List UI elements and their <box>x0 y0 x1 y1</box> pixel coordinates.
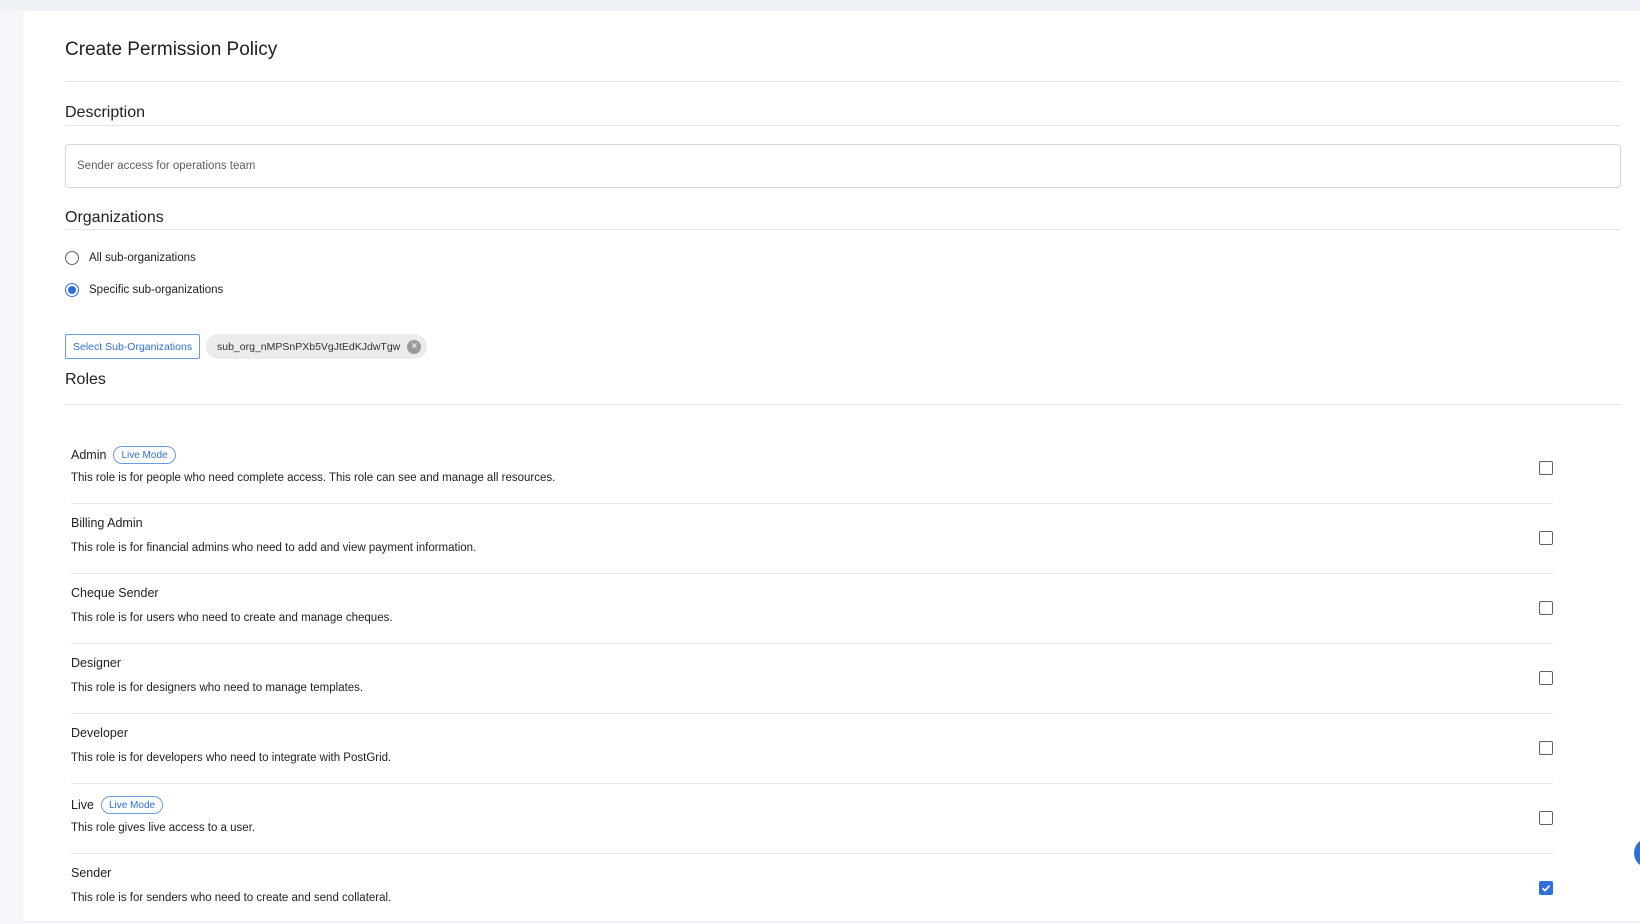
role-description: This role is for designers who need to m… <box>71 682 364 694</box>
live-mode-badge: Live Mode <box>100 796 164 814</box>
role-name-line: Live Live Mode <box>71 796 164 814</box>
radio-button[interactable] <box>65 251 79 265</box>
live-mode-badge: Live Mode <box>113 446 176 464</box>
sub-org-chip: sub_org_nMPSnPXb5VgJtEdKJdwTgw × <box>206 334 428 359</box>
role-name: Designer <box>71 656 122 670</box>
role-name-line: Designer <box>71 656 121 670</box>
roles-list: Admin Live Mode This role is for people … <box>71 434 1553 924</box>
role-name-line: Admin Live Mode <box>71 446 176 464</box>
role-name: Live <box>71 798 94 812</box>
role-description: This role is for developers who need to … <box>71 752 392 764</box>
role-name: Admin <box>71 448 107 462</box>
role-name: Sender <box>71 866 112 880</box>
description-heading: Description <box>65 104 146 121</box>
radio-button-selected[interactable] <box>65 283 79 297</box>
role-checkbox-admin[interactable] <box>1539 461 1553 475</box>
organizations-heading: Organizations <box>65 209 164 226</box>
role-name-line: Developer <box>71 726 128 740</box>
role-name-line: Sender <box>71 866 111 880</box>
role-description: This role is for financial admins who ne… <box>71 542 477 554</box>
role-row-live: Live Live Mode This role gives live acce… <box>71 784 1553 854</box>
organizations-divider <box>65 229 1621 230</box>
description-input[interactable] <box>65 144 1621 188</box>
role-description: This role is for senders who need to cre… <box>71 892 392 904</box>
role-row-sender: Sender This role is for senders who need… <box>71 854 1553 924</box>
role-row-designer: Designer This role is for designers who … <box>71 644 1553 714</box>
role-checkbox-sender[interactable] <box>1539 881 1553 895</box>
role-row-cheque-sender: Cheque Sender This role is for users who… <box>71 574 1553 644</box>
role-name: Cheque Sender <box>71 586 159 600</box>
role-name-line: Cheque Sender <box>71 586 159 600</box>
radio-dot <box>68 286 76 294</box>
role-name-line: Billing Admin <box>71 516 143 530</box>
create-policy-panel: Create Permission Policy Description Org… <box>23 11 1640 921</box>
role-checkbox-billing-admin[interactable] <box>1539 531 1553 545</box>
checkmark-icon <box>1541 885 1551 892</box>
role-row-developer: Developer This role is for developers wh… <box>71 714 1553 784</box>
role-name: Billing Admin <box>71 516 143 530</box>
roles-heading: Roles <box>65 371 106 388</box>
roles-divider <box>65 404 1621 405</box>
role-checkbox-cheque-sender[interactable] <box>1539 601 1553 615</box>
role-description: This role is for people who need complet… <box>71 472 556 484</box>
chip-label: sub_org_nMPSnPXb5VgJtEdKJdwTgw <box>217 340 401 353</box>
page-title: Create Permission Policy <box>65 39 278 60</box>
role-checkbox-developer[interactable] <box>1539 741 1553 755</box>
role-name: Developer <box>71 726 128 740</box>
select-sub-organizations-button[interactable]: Select Sub-Organizations <box>65 334 201 359</box>
role-row-billing-admin: Billing Admin This role is for financial… <box>71 504 1553 574</box>
role-row-admin: Admin Live Mode This role is for people … <box>71 434 1553 504</box>
role-checkbox-live[interactable] <box>1539 811 1553 825</box>
role-checkbox-designer[interactable] <box>1539 671 1553 685</box>
radio-label: Specific sub-organizations <box>89 284 224 296</box>
title-divider <box>65 81 1621 82</box>
role-description: This role gives live access to a user. <box>71 822 256 834</box>
role-description: This role is for users who need to creat… <box>71 612 393 624</box>
top-strip <box>0 0 1640 10</box>
radio-label: All sub-organizations <box>89 252 196 264</box>
radio-specific-sub-organizations[interactable]: Specific sub-organizations <box>65 281 223 299</box>
description-divider <box>65 125 1621 126</box>
radio-all-sub-organizations[interactable]: All sub-organizations <box>65 249 196 267</box>
remove-chip-icon[interactable]: × <box>407 339 422 354</box>
